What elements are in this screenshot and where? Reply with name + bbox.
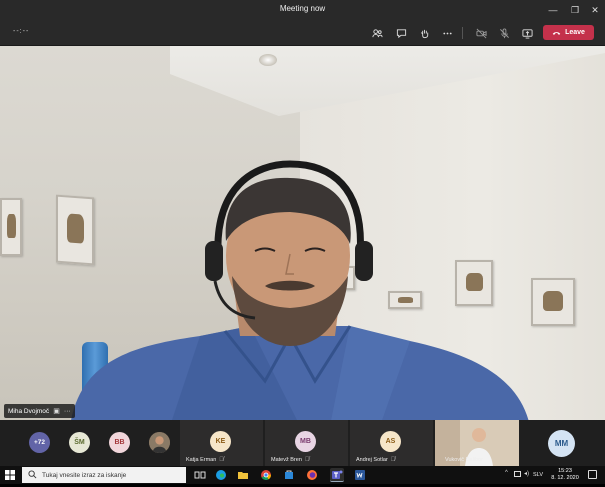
mic-off-icon[interactable] [496,25,512,41]
wall-picture [0,198,22,256]
firefox-icon[interactable] [305,468,319,482]
taskbar-clock[interactable]: 15:23 8. 12. 2020 [545,468,585,482]
participant-name: Katja Erman [186,457,217,463]
participant-tile[interactable]: KE Katja Erman 🎙̸ [180,420,263,466]
mic-muted-icon: 🎙̸ [219,457,224,463]
network-icon[interactable] [514,471,521,477]
participant-tile[interactable]: AS Andrej Sotlar 🎙̸ [350,420,433,466]
participant-name: Matevž Bren [271,457,302,463]
participant-avatar[interactable]: MM [548,430,575,457]
ceiling-light [259,54,277,66]
file-explorer-icon[interactable] [236,468,250,482]
overflow-participants[interactable]: +72 [29,432,50,453]
participant-initials: MB [295,431,316,452]
participant-avatar[interactable]: ŠM [69,432,90,453]
taskbar-search-box[interactable]: Tukaj vnesite izraz za iskanje [22,467,186,483]
close-button[interactable]: ✕ [586,2,604,18]
speaker-video-feed [71,160,529,420]
toolbar-divider [462,27,463,39]
raise-hand-icon[interactable] [416,25,432,41]
meeting-timer: --:-- [13,28,30,35]
participant-initials: KE [210,431,231,452]
main-video[interactable]: Miha Dvojmoč ▣ ··· [0,46,605,420]
more-actions-icon[interactable] [439,25,455,41]
mic-muted-icon: 🎙̸ [390,457,396,463]
presenter-icon: ▣ [53,408,60,415]
edge-icon[interactable] [214,468,228,482]
leave-label: Leave [565,29,585,36]
input-language[interactable]: SLV [533,472,543,478]
search-placeholder: Tukaj vnesite izraz za iskanje [42,471,127,479]
meeting-toolbar: --:-- Leave [0,20,605,46]
chat-icon[interactable] [393,25,409,41]
task-view-icon[interactable] [193,468,207,482]
window-title: Meeting now [279,4,326,13]
store-icon[interactable] [282,468,296,482]
leave-button[interactable]: Leave [543,25,594,40]
chrome-icon[interactable] [259,468,273,482]
participants-icon[interactable] [369,25,385,41]
speaker-name: Miha Dvojmoč [8,407,50,415]
notifications-icon[interactable] [588,470,597,479]
hang-up-icon [552,31,561,35]
participant-name: Andrej Sotlar [356,457,388,463]
participant-tile[interactable]: MB Matevž Bren 🎙̸ [265,420,348,466]
windows-start-icon[interactable] [5,470,15,480]
mic-muted-icon: 🎙̸ [304,457,310,463]
volume-icon[interactable]: ◂) [524,470,529,477]
system-tray-expand-icon[interactable]: ^ [505,470,508,476]
minimize-button[interactable]: — [544,2,562,18]
clock-time: 15:23 [558,468,572,474]
clock-date: 8. 12. 2020 [551,475,579,481]
participant-strip: +72 ŠM BB KE Katja Erman 🎙̸ MB Matevž Bre… [0,420,605,466]
camera-off-icon[interactable] [473,25,489,41]
teams-window: Meeting now — ❐ ✕ --:-- Leave Miha Dvojm… [0,0,605,484]
participant-video-tile[interactable]: Vukovič Dalibor [435,420,519,466]
search-icon [28,470,37,479]
participant-avatar[interactable]: BB [109,432,130,453]
participant-name: Vukovič Dalibor [445,457,484,463]
title-bar: Meeting now — ❐ ✕ [0,0,605,20]
word-icon[interactable] [353,468,367,482]
teams-icon[interactable] [330,468,344,482]
speaker-name-tag: Miha Dvojmoč ▣ ··· [4,404,75,418]
maximize-button[interactable]: ❐ [566,2,584,18]
participant-initials: AS [380,431,401,452]
windows-taskbar: Tukaj vnesite izraz za iskanje ^ ◂) SLV [0,466,605,484]
speaker-more-options[interactable]: ··· [64,408,71,415]
share-screen-icon[interactable] [519,25,535,41]
participant-photo-avatar[interactable] [149,432,170,453]
